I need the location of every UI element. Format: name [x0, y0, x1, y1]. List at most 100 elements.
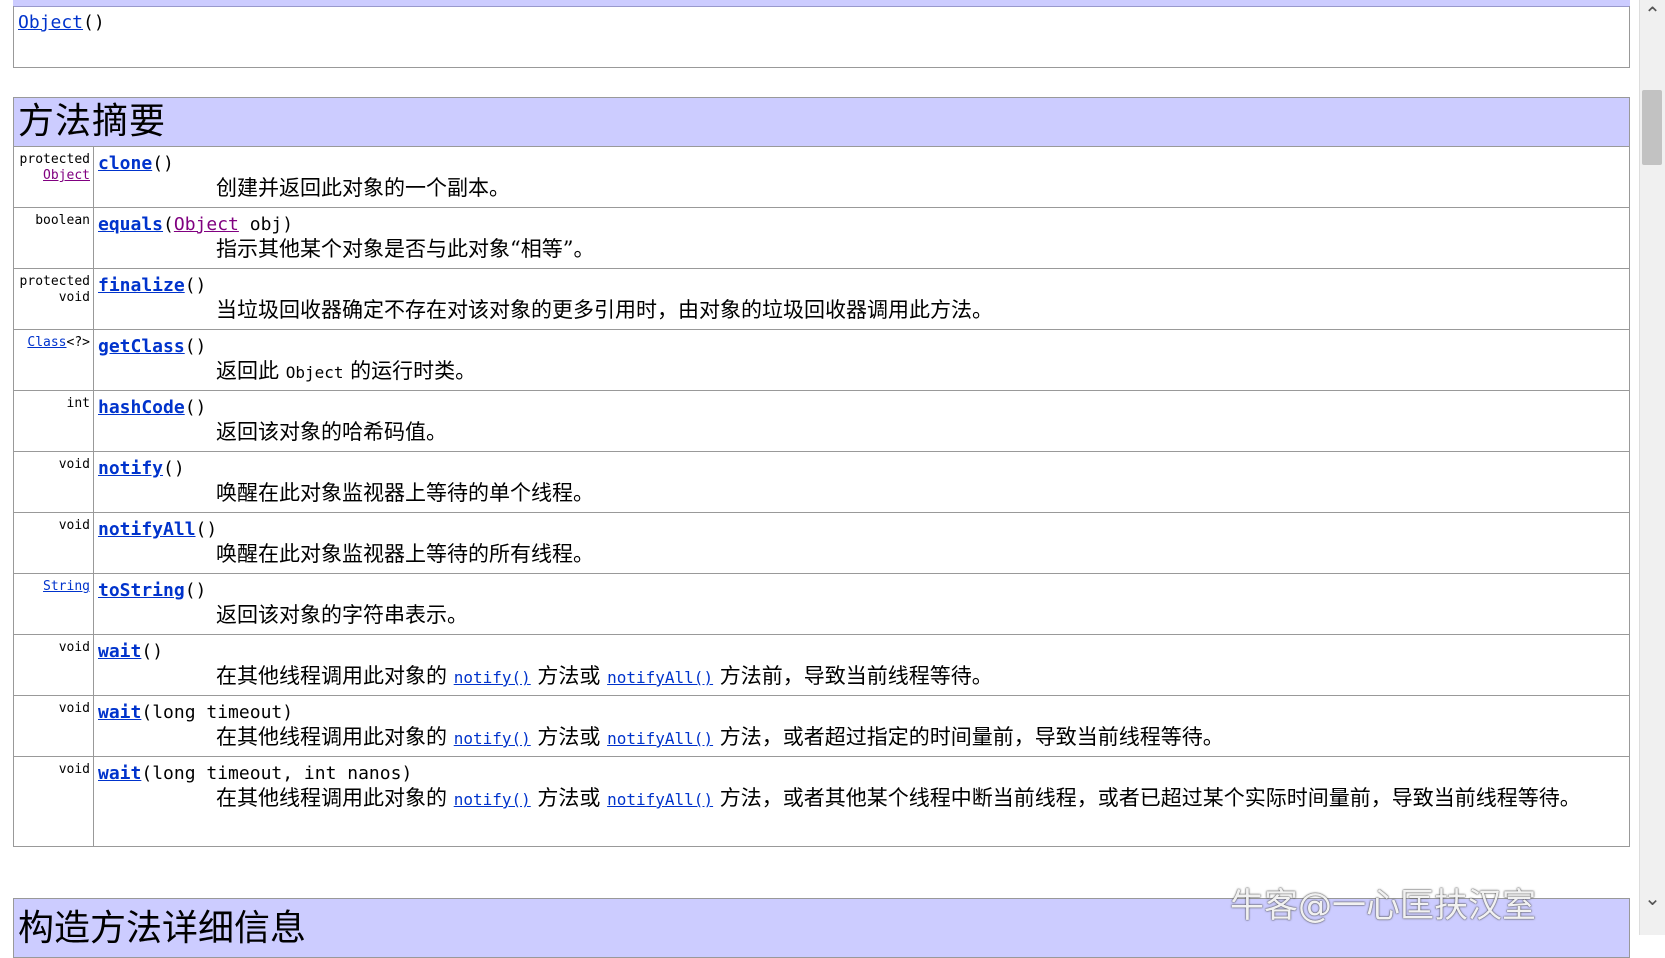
desc-text: 在其他线程调用此对象的: [216, 664, 454, 688]
method-modifier: void: [14, 757, 94, 846]
method-description: 指示其他某个对象是否与此对象“相等”。: [216, 237, 595, 261]
method-modifier: void: [14, 696, 94, 756]
watermark: 牛客@一心匡扶汉室: [1230, 886, 1536, 926]
method-modifier: void: [14, 513, 94, 573]
modifier-text: void: [58, 457, 90, 472]
method-summary-title: 方法摘要: [14, 98, 1629, 147]
method-link-wait[interactable]: wait: [98, 641, 141, 662]
method-modifier: String: [14, 574, 94, 634]
table-row: void wait(long timeout) 在其他线程调用此对象的 noti…: [14, 696, 1629, 757]
method-params: (): [141, 641, 164, 662]
method-description: 在其他线程调用此对象的 notify() 方法或 notifyAll() 方法前…: [98, 663, 1629, 691]
method-link-wait-timeout-nanos[interactable]: wait: [98, 763, 141, 784]
desc-text: 方法或: [530, 725, 608, 749]
method-params: (): [184, 336, 207, 357]
table-row: void notify() 唤醒在此对象监视器上等待的单个线程。: [14, 452, 1629, 513]
method-description: 返回该对象的哈希码值。: [216, 420, 447, 444]
javadoc-page: Object() 方法摘要 protected Object clone() 创…: [0, 0, 1640, 958]
desc-text: 方法，或者超过指定的时间量前，导致当前线程等待。: [713, 725, 1224, 749]
method-params: (): [184, 580, 207, 601]
desc-text: 方法或: [530, 664, 608, 688]
desc-code: Object: [285, 363, 344, 382]
method-link-hashcode[interactable]: hashCode: [98, 397, 185, 418]
method-link-notifyall[interactable]: notifyAll: [98, 519, 196, 540]
modifier-text: protected: [19, 274, 90, 289]
notify-link[interactable]: notify(): [454, 668, 531, 687]
method-modifier: void: [14, 452, 94, 512]
method-params: (): [163, 458, 185, 479]
method-link-tostring[interactable]: toString: [98, 580, 185, 601]
modifier-text: protected: [19, 152, 90, 167]
method-link-equals[interactable]: equals: [98, 214, 163, 235]
method-link-getclass[interactable]: getClass: [98, 336, 185, 357]
class-type-link[interactable]: Class: [27, 335, 66, 350]
object-type-link[interactable]: Object: [43, 168, 90, 183]
desc-text: 方法前，导致当前线程等待。: [713, 664, 993, 688]
method-link-notify[interactable]: notify: [98, 458, 163, 479]
modifier-text: void: [58, 640, 90, 655]
method-params: (): [184, 275, 207, 296]
desc-text: 在其他线程调用此对象的: [216, 786, 454, 810]
desc-text: 的运行时类。: [343, 359, 477, 383]
table-row: void notifyAll() 唤醒在此对象监视器上等待的所有线程。: [14, 513, 1629, 574]
string-type-link[interactable]: String: [43, 579, 90, 594]
method-link-finalize[interactable]: finalize: [98, 275, 185, 296]
method-link-clone[interactable]: clone: [98, 153, 152, 174]
method-summary-table: 方法摘要 protected Object clone() 创建并返回此对象的一…: [13, 97, 1630, 847]
method-modifier: boolean: [14, 208, 94, 268]
desc-text: 方法或: [530, 786, 608, 810]
desc-text: 方法，或者其他某个线程中断当前线程，或者已超过某个实际时间量前，导致当前线程等待…: [713, 786, 1581, 810]
method-modifier: void: [14, 635, 94, 695]
table-row: boolean equals(Object obj) 指示其他某个对象是否与此对…: [14, 208, 1629, 269]
method-params: (long timeout, int nanos): [141, 763, 413, 784]
modifier-generic: <?>: [66, 335, 90, 350]
notifyall-link[interactable]: notifyAll(): [607, 668, 713, 687]
table-row: String toString() 返回该对象的字符串表示。: [14, 574, 1629, 635]
notify-link[interactable]: notify(): [454, 790, 531, 809]
table-row: protected void finalize() 当垃圾回收器确定不存在对该对…: [14, 269, 1629, 330]
chevron-up-icon[interactable]: ⌃: [1644, 4, 1661, 24]
table-row: void wait() 在其他线程调用此对象的 notify() 方法或 not…: [14, 635, 1629, 696]
modifier-type: void: [58, 290, 90, 305]
method-description: 返回此 Object 的运行时类。: [98, 358, 1629, 386]
method-description: 在其他线程调用此对象的 notify() 方法或 notifyAll() 方法，…: [98, 785, 1629, 813]
method-description: 唤醒在此对象监视器上等待的所有线程。: [216, 542, 594, 566]
table-row: void wait(long timeout, int nanos) 在其他线程…: [14, 757, 1629, 846]
method-modifier: int: [14, 391, 94, 451]
vertical-scrollbar[interactable]: ⌃ ⌄: [1639, 0, 1665, 935]
notifyall-link[interactable]: notifyAll(): [607, 790, 713, 809]
method-params: (long timeout): [141, 702, 294, 723]
modifier-text: void: [58, 701, 90, 716]
table-row: Class<?> getClass() 返回此 Object 的运行时类。: [14, 330, 1629, 391]
method-params-rest: obj): [238, 214, 294, 235]
scrollbar-thumb[interactable]: [1642, 90, 1662, 165]
method-modifier: protected void: [14, 269, 94, 329]
method-description: 唤醒在此对象监视器上等待的单个线程。: [216, 481, 594, 505]
constructor-summary-box: Object(): [13, 6, 1630, 68]
method-description: 当垃圾回收器确定不存在对该对象的更多引用时，由对象的垃圾回收器调用此方法。: [216, 298, 993, 322]
method-params-open: (: [163, 214, 174, 235]
constructor-paren: (): [83, 12, 105, 33]
desc-text: 返回此: [216, 359, 286, 383]
chevron-down-icon[interactable]: ⌄: [1644, 888, 1661, 908]
modifier-text: boolean: [35, 213, 90, 228]
method-params: (): [195, 519, 218, 540]
method-link-wait-timeout[interactable]: wait: [98, 702, 141, 723]
modifier-text: void: [58, 762, 90, 777]
table-row: protected Object clone() 创建并返回此对象的一个副本。: [14, 147, 1629, 208]
object-param-link[interactable]: Object: [174, 214, 239, 235]
method-modifier: protected Object: [14, 147, 94, 207]
method-description: 创建并返回此对象的一个副本。: [216, 176, 510, 200]
method-modifier: Class<?>: [14, 330, 94, 390]
notifyall-link[interactable]: notifyAll(): [607, 729, 713, 748]
method-description: 在其他线程调用此对象的 notify() 方法或 notifyAll() 方法，…: [98, 724, 1629, 752]
notify-link[interactable]: notify(): [454, 729, 531, 748]
table-row: int hashCode() 返回该对象的哈希码值。: [14, 391, 1629, 452]
method-description: 返回该对象的字符串表示。: [216, 603, 468, 627]
modifier-text: void: [58, 518, 90, 533]
method-params: (): [184, 397, 207, 418]
modifier-text: int: [66, 396, 90, 411]
method-params: (): [152, 153, 174, 174]
constructor-object-link[interactable]: Object: [18, 12, 83, 33]
desc-text: 在其他线程调用此对象的: [216, 725, 454, 749]
